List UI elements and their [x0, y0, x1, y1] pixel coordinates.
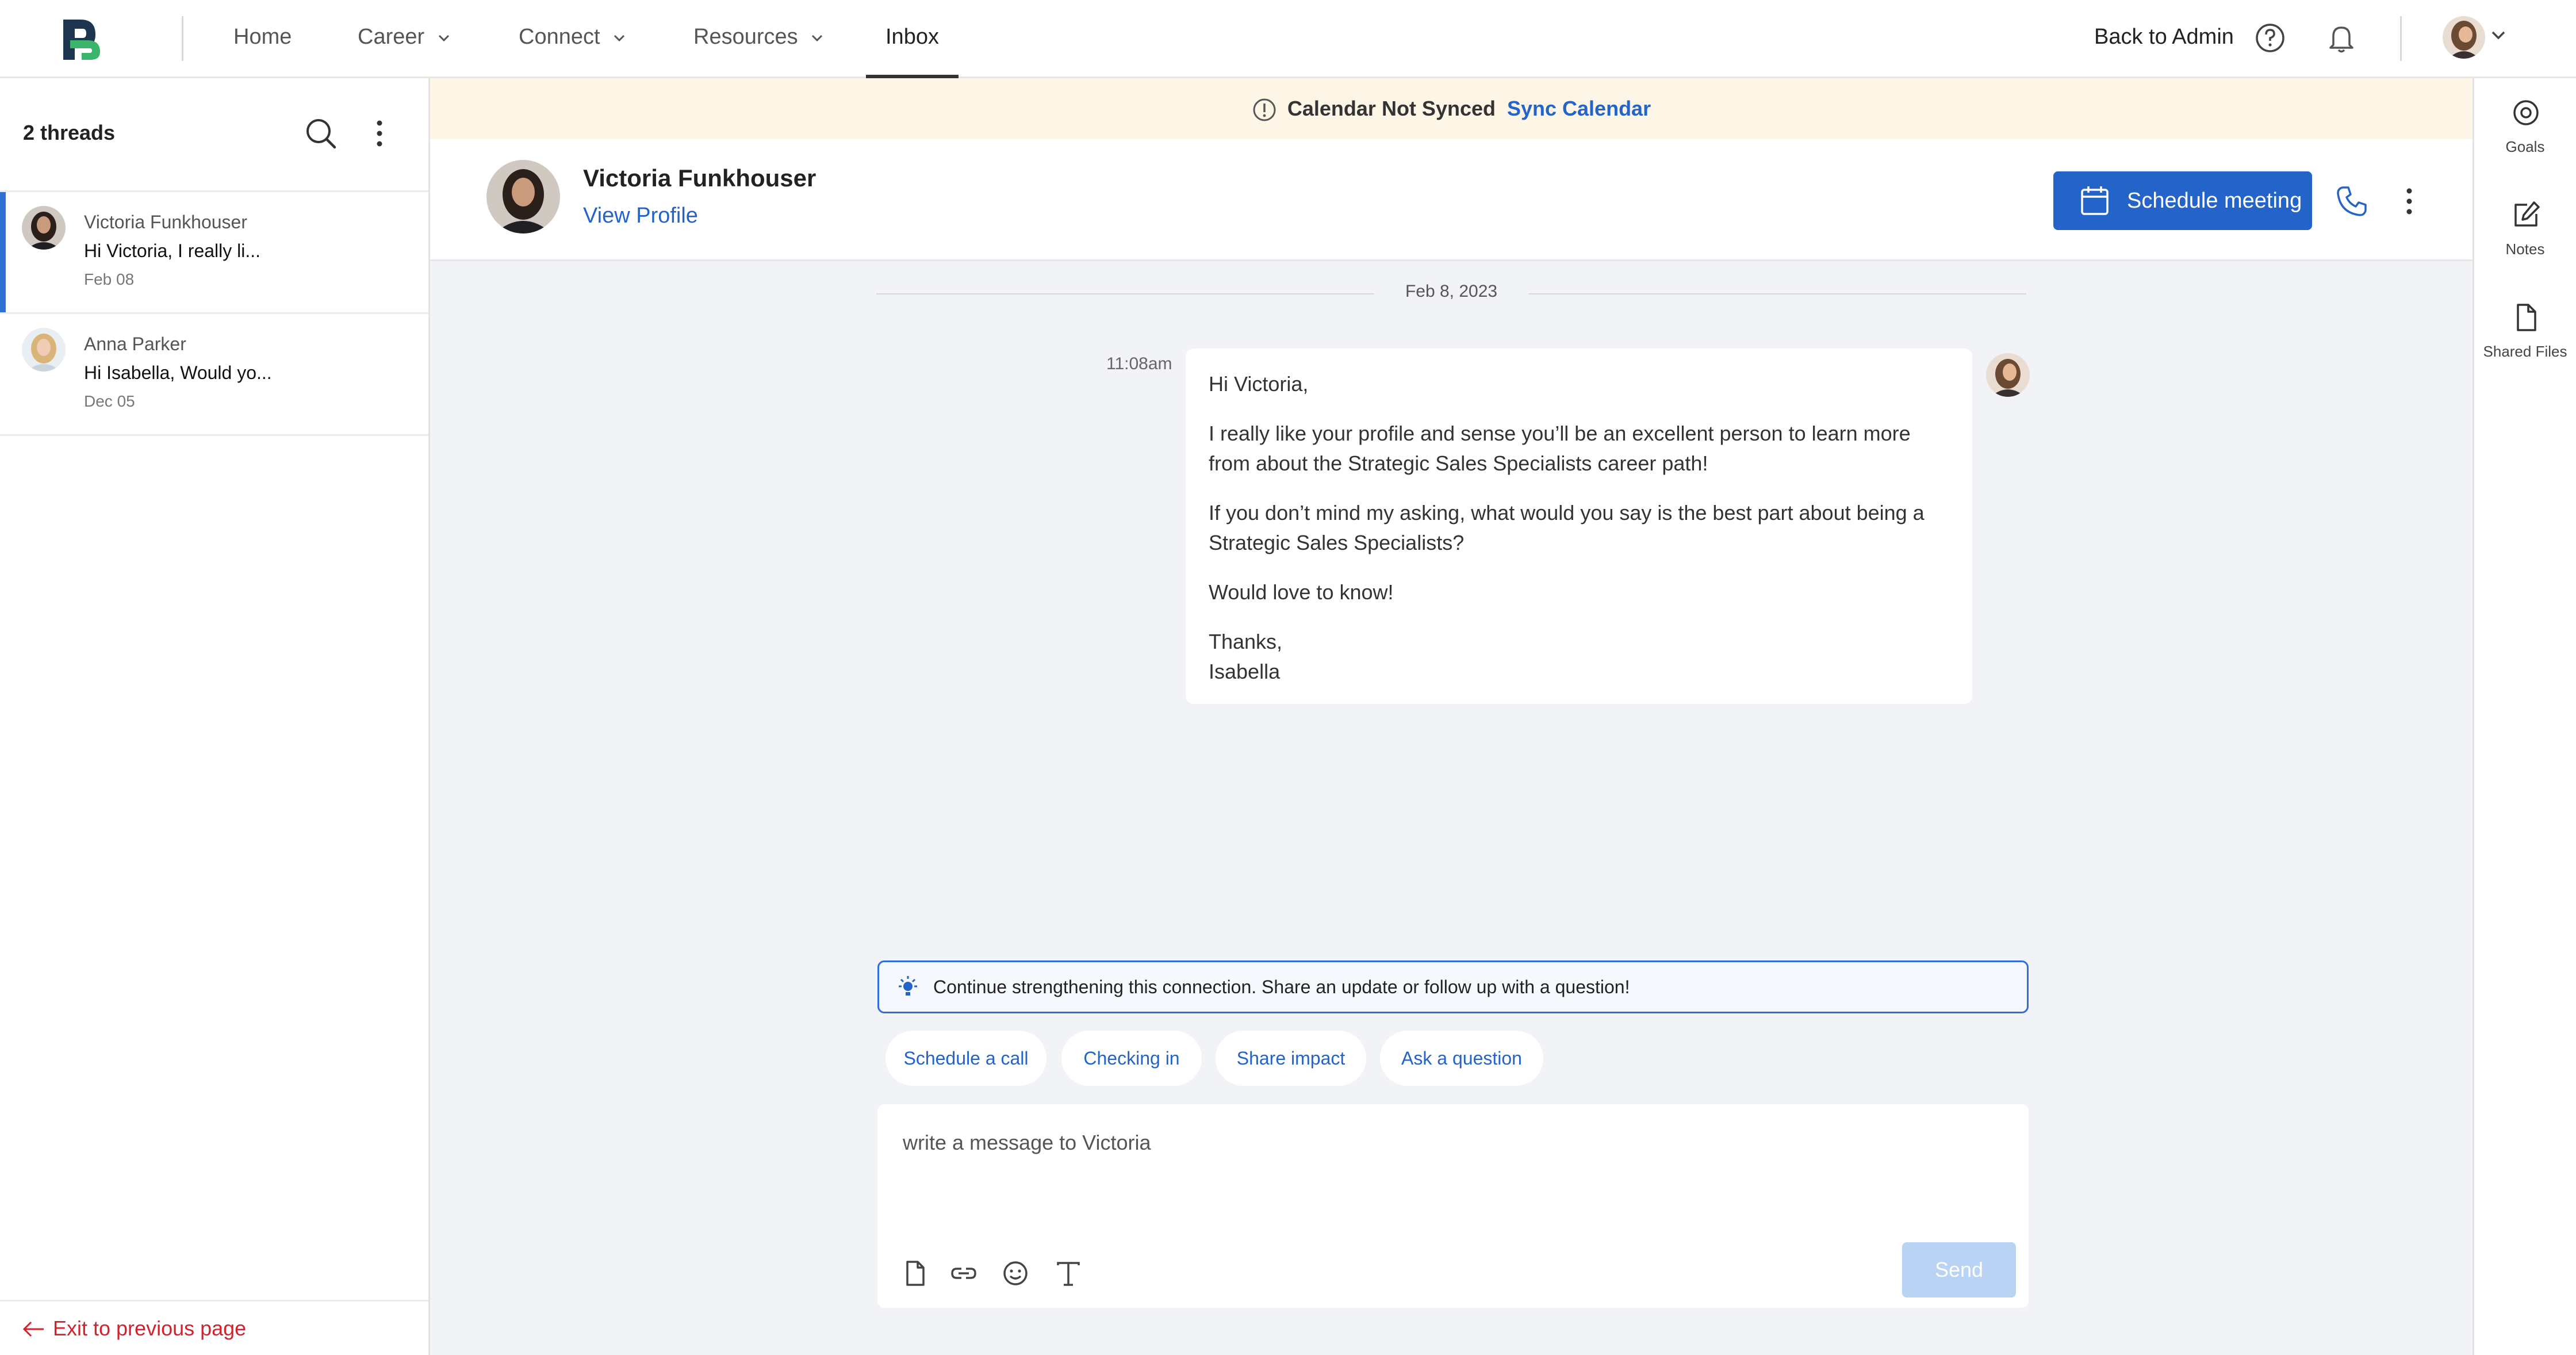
thread-contact-name: Victoria Funkhouser — [84, 212, 247, 232]
nav-resources[interactable]: Resources — [693, 0, 823, 78]
target-icon — [2513, 100, 2539, 125]
suggestion-tip-text: Continue strengthening this connection. … — [933, 977, 1630, 997]
rail-item-label: Notes — [2505, 240, 2545, 258]
calendar-icon — [2081, 186, 2109, 215]
thread-snippet: Hi Victoria, I really li... — [84, 240, 261, 261]
rail-item-label: Goals — [2505, 138, 2545, 155]
nav-divider — [182, 16, 183, 61]
schedule-meeting-button[interactable]: Schedule meeting — [2053, 171, 2312, 230]
chevron-down-icon[interactable] — [2491, 30, 2506, 40]
chip-share-impact[interactable]: Share impact — [1216, 1031, 1366, 1086]
arrow-left-icon — [22, 1321, 44, 1337]
avatar-photo — [22, 328, 66, 372]
exit-row: Exit to previous page — [0, 1300, 428, 1355]
exit-to-previous-page-link[interactable]: Exit to previous page — [22, 1316, 246, 1341]
calendar-status-text: Calendar Not Synced — [1287, 97, 1496, 120]
nav-home-label: Home — [233, 25, 292, 49]
avatar-photo — [2443, 16, 2485, 59]
message-bubble: Hi Victoria, I really like your profile … — [1186, 349, 1972, 704]
thread-item-victoria[interactable]: Victoria Funkhouser Hi Victoria, I reall… — [0, 192, 428, 314]
rail-item-label: Shared Files — [2483, 343, 2567, 360]
exit-label: Exit to previous page — [53, 1316, 247, 1340]
help-icon[interactable] — [2254, 22, 2286, 54]
chevron-down-icon — [438, 35, 449, 42]
attach-file-icon[interactable] — [900, 1258, 930, 1288]
more-options-icon[interactable] — [2398, 184, 2421, 219]
threads-count: 2 threads — [23, 121, 116, 144]
logo-mark-icon — [63, 20, 100, 60]
avatar-photo — [22, 206, 66, 250]
avatar — [22, 206, 66, 250]
sender-avatar — [1986, 353, 2030, 397]
nav-resources-label: Resources — [693, 25, 798, 49]
rail-item-shared-files[interactable]: Shared Files — [2474, 290, 2576, 376]
thread-snippet: Hi Isabella, Would yo... — [84, 362, 272, 383]
contact-name: Victoria Funkhouser — [583, 164, 816, 192]
nav-connect[interactable]: Connect — [519, 0, 626, 78]
message-composer[interactable]: write a message to Victoria Send — [877, 1104, 2029, 1308]
emoji-icon[interactable] — [1000, 1258, 1030, 1288]
text-format-icon[interactable] — [1053, 1258, 1083, 1288]
avatar-photo — [1986, 353, 2030, 397]
bell-icon[interactable] — [2325, 22, 2358, 54]
date-separator: Feb 8, 2023 — [876, 282, 2026, 305]
right-tool-rail: Goals Notes Shared Files — [2472, 78, 2576, 1355]
message-paragraph: I really like your profile and sense you… — [1209, 422, 1911, 475]
nav-home[interactable]: Home — [233, 0, 292, 78]
rail-item-notes[interactable]: Notes — [2474, 187, 2576, 274]
date-separator-text: Feb 8, 2023 — [1405, 282, 1498, 301]
thread-date: Dec 05 — [84, 392, 135, 410]
chevron-down-icon — [614, 35, 625, 42]
conversation-header: Victoria Funkhouser View Profile Schedul… — [430, 139, 2472, 261]
send-button[interactable]: Send — [1902, 1242, 2016, 1297]
rail-item-goals[interactable]: Goals — [2474, 85, 2576, 171]
top-navigation-bar: Home Career Connect Resources Inbox Back… — [0, 0, 2576, 78]
conversation-area: Calendar Not Synced Sync Calendar Victori… — [430, 78, 2472, 1355]
message-signoff: Thanks, — [1209, 630, 1283, 653]
link-icon[interactable] — [949, 1258, 979, 1288]
file-icon — [2517, 304, 2536, 331]
contact-avatar[interactable] — [486, 160, 560, 234]
chip-checking-in[interactable]: Checking in — [1061, 1031, 1202, 1086]
message-signature: Isabella — [1209, 660, 1281, 683]
thread-date: Feb 08 — [84, 270, 135, 288]
thread-list-panel: 2 threads Victoria Funkhouser Hi Victori… — [0, 78, 430, 1355]
back-to-admin-link[interactable]: Back to Admin — [2094, 0, 2234, 74]
chip-ask-a-question[interactable]: Ask a question — [1380, 1031, 1543, 1086]
nav-career-label: Career — [358, 25, 425, 49]
message-timestamp: 11:08am — [1106, 354, 1172, 373]
calendar-sync-banner: Calendar Not Synced Sync Calendar — [430, 78, 2472, 139]
user-avatar[interactable] — [2443, 16, 2485, 59]
thread-list-header: 2 threads — [0, 78, 428, 192]
search-icon[interactable] — [304, 116, 338, 151]
avatar-photo — [486, 160, 560, 234]
alert-circle-icon — [1253, 98, 1276, 121]
message-paragraph: Hi Victoria, — [1209, 372, 1309, 396]
edit-note-icon — [2514, 201, 2540, 227]
nav-career[interactable]: Career — [358, 0, 450, 78]
thread-contact-name: Anna Parker — [84, 334, 186, 354]
more-options-icon[interactable] — [368, 116, 391, 151]
avatar — [22, 328, 66, 372]
message-input[interactable]: write a message to Victoria — [903, 1131, 1151, 1155]
nav-inbox-label: Inbox — [885, 25, 939, 49]
lightbulb-icon — [899, 976, 917, 996]
nav-divider — [2400, 16, 2402, 61]
view-profile-link[interactable]: View Profile — [583, 204, 698, 228]
phone-icon[interactable] — [2334, 184, 2369, 219]
thread-item-anna[interactable]: Anna Parker Hi Isabella, Would yo... Dec… — [0, 314, 428, 436]
app-logo[interactable] — [57, 12, 109, 63]
chip-schedule-a-call[interactable]: Schedule a call — [885, 1031, 1046, 1086]
chevron-down-icon — [812, 35, 823, 42]
nav-connect-label: Connect — [519, 25, 600, 49]
suggestion-tip: Continue strengthening this connection. … — [877, 960, 2029, 1013]
schedule-meeting-label: Schedule meeting — [2127, 189, 2302, 213]
message-paragraph: If you don’t mind my asking, what would … — [1209, 501, 1925, 554]
sync-calendar-link[interactable]: Sync Calendar — [1507, 97, 1651, 120]
message-paragraph: Would love to know! — [1209, 580, 1394, 604]
nav-inbox[interactable]: Inbox — [866, 0, 959, 78]
